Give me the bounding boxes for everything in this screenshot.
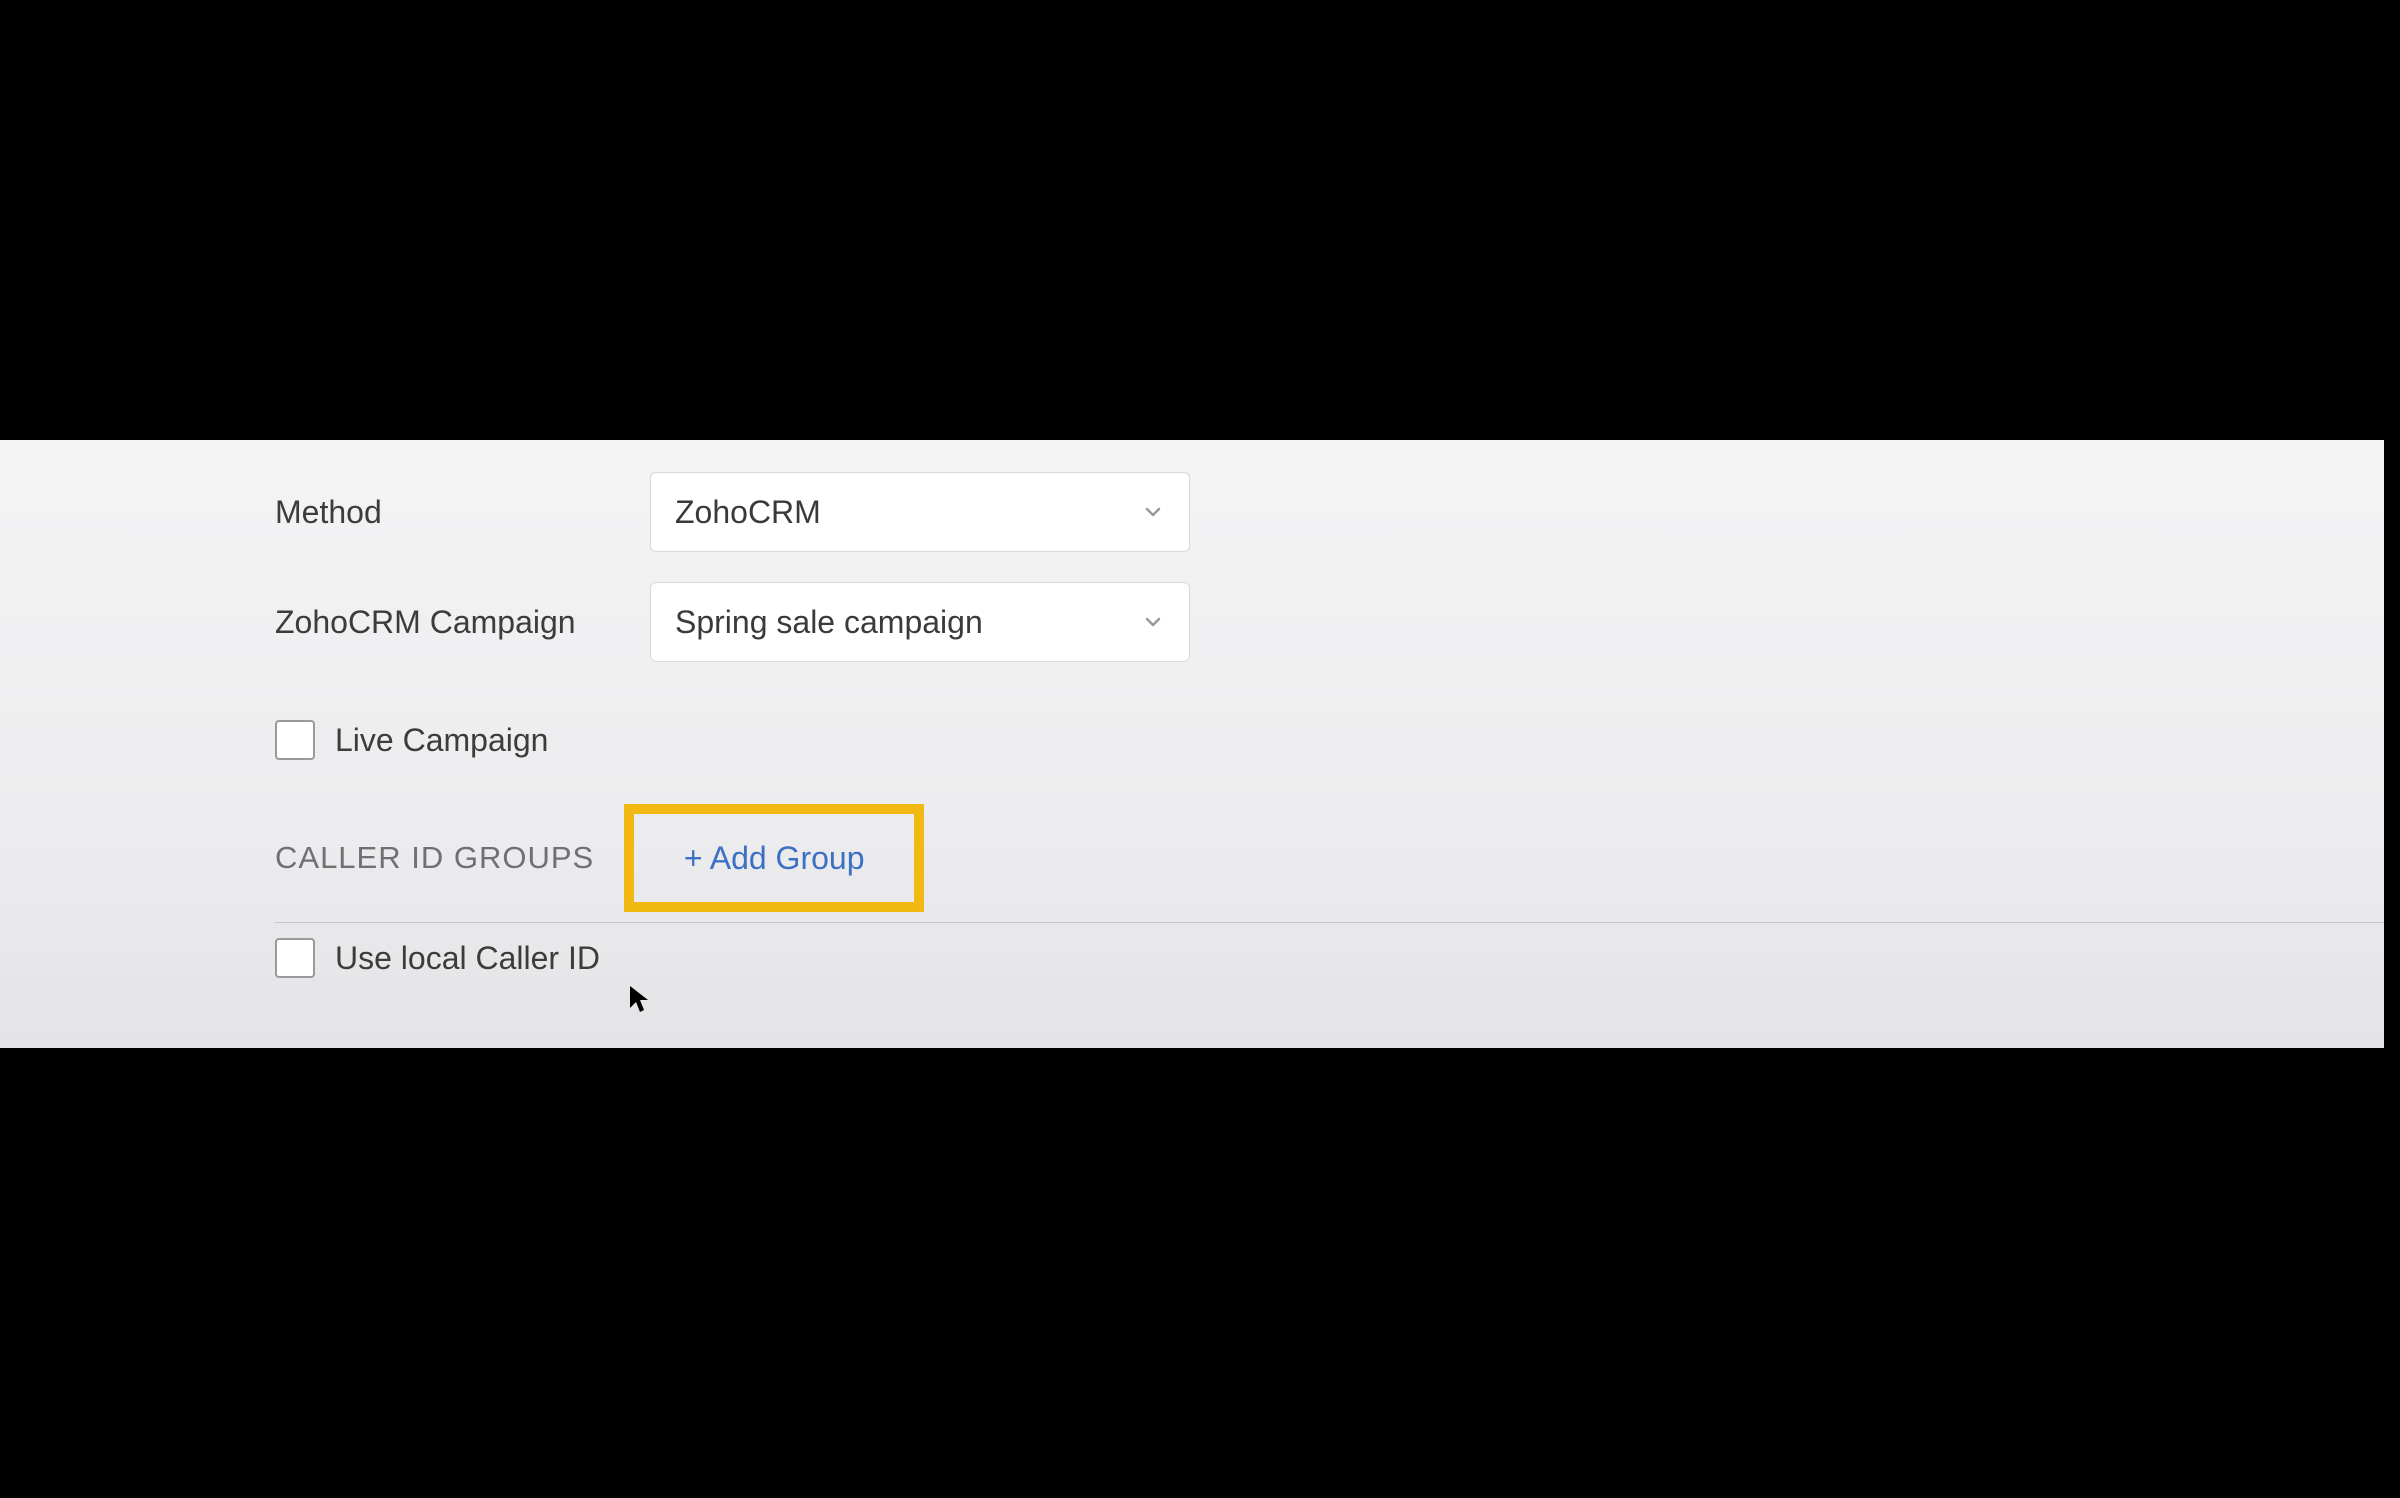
chevron-down-icon bbox=[1141, 500, 1165, 524]
campaign-select[interactable]: Spring sale campaign bbox=[650, 582, 1190, 662]
use-local-caller-id-label: Use local Caller ID bbox=[335, 940, 600, 977]
add-group-highlight-box: + Add Group bbox=[624, 804, 924, 912]
campaign-label: ZohoCRM Campaign bbox=[275, 604, 650, 641]
caller-id-groups-heading: CALLER ID GROUPS bbox=[275, 840, 594, 876]
add-group-button[interactable]: + Add Group bbox=[684, 840, 865, 877]
use-local-caller-id-checkbox[interactable] bbox=[275, 938, 315, 978]
live-campaign-label: Live Campaign bbox=[335, 722, 548, 759]
campaign-selected-value: Spring sale campaign bbox=[675, 604, 983, 641]
live-campaign-row: Live Campaign bbox=[275, 720, 2400, 760]
campaign-row: ZohoCRM Campaign Spring sale campaign bbox=[275, 582, 2400, 662]
method-label: Method bbox=[275, 494, 650, 531]
caller-id-groups-section: CALLER ID GROUPS + Add Group bbox=[275, 804, 2400, 912]
cursor-pointer-icon bbox=[628, 984, 652, 1016]
method-selected-value: ZohoCRM bbox=[675, 494, 821, 531]
live-campaign-checkbox[interactable] bbox=[275, 720, 315, 760]
chevron-down-icon bbox=[1141, 610, 1165, 634]
method-select[interactable]: ZohoCRM bbox=[650, 472, 1190, 552]
settings-form-panel: Method ZohoCRM ZohoCRM Campaign Spring s… bbox=[0, 440, 2400, 1048]
method-row: Method ZohoCRM bbox=[275, 472, 2400, 552]
use-local-caller-id-row: Use local Caller ID bbox=[275, 938, 2400, 978]
section-divider bbox=[275, 922, 2400, 924]
